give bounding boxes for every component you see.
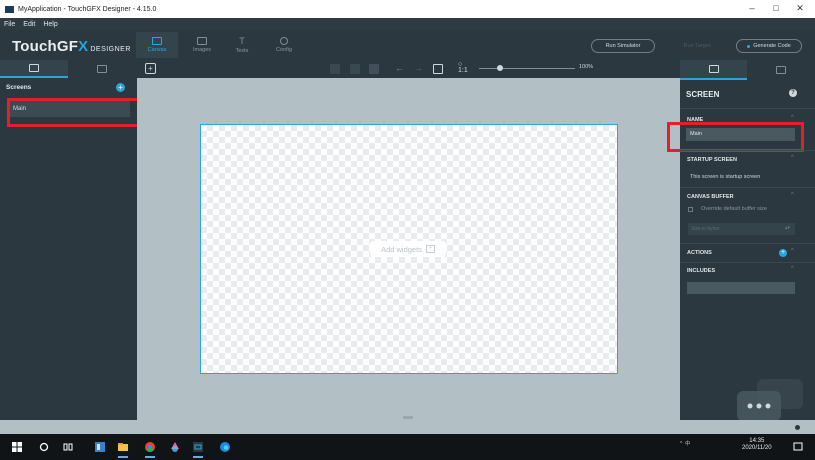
generate-code-button[interactable]: Generate Code [736,39,802,53]
buffer-size-input[interactable]: Size in bytes [688,223,795,235]
divider [680,150,815,151]
menu-file[interactable]: File [4,21,15,28]
texts-icon: T [239,35,245,46]
app-blue-icon[interactable] [95,442,105,452]
screens-icon [29,64,39,72]
tab-texts[interactable]: T Texts [221,32,263,58]
divider [680,187,815,188]
touchgfx-taskbar-icon[interactable] [193,442,203,452]
ungroup-icon[interactable] [350,64,360,74]
windows-start-icon[interactable] [12,442,22,452]
zoom-one-icon[interactable]: ○ 1:1 [458,61,468,74]
app-colorful-icon[interactable] [170,442,180,452]
tab-config[interactable]: Config [263,32,305,58]
chrome-icon[interactable] [145,442,155,452]
action-center-icon[interactable] [793,442,803,452]
chevron-up-icon[interactable]: ^ [791,155,794,161]
window-titlebar: MyApplication - TouchGFX Designer - 4.15… [0,0,815,18]
search-icon[interactable] [39,442,49,452]
add-action-icon[interactable]: + [779,249,787,257]
canvas-icon [152,37,162,45]
tab-screens[interactable] [0,60,68,78]
help-icon[interactable]: ? [789,89,797,97]
task-view-icon[interactable] [63,442,73,452]
actions-label: ACTIONS [687,250,712,256]
redo-icon[interactable]: → [414,63,423,73]
chevron-up-icon[interactable]: ^ [791,192,794,198]
includes-label: INCLUDES [687,268,716,274]
menu-edit[interactable]: Edit [23,21,35,28]
touchgfx-logo: TouchGFX DESIGNER [12,38,131,55]
zoom-slider[interactable] [479,68,575,69]
tab-properties[interactable] [680,60,747,80]
system-tray[interactable]: ^ ️ 中 [680,440,690,447]
zoom-level: 100% [579,64,594,70]
interactions-icon [775,66,786,74]
override-buffer-checkbox[interactable]: Override default buffer size [688,206,767,212]
notification-icon[interactable] [793,423,802,432]
chevron-up-icon[interactable]: ^ [791,266,794,272]
divider [680,243,815,244]
minimize-button[interactable]: – [742,3,762,13]
includes-input[interactable] [687,282,795,294]
config-icon [280,37,288,45]
add-widgets-button[interactable]: Add widgets + [370,241,446,257]
app-icon [5,5,14,13]
status-strip [0,420,815,434]
chevron-up-icon[interactable]: ^ [791,248,794,254]
highlight-box-name [667,122,804,152]
group-icon[interactable] [330,64,340,74]
highlight-box-screen [7,98,140,127]
widget-view-icon[interactable] [369,64,379,74]
window-title: MyApplication - TouchGFX Designer - 4.15… [18,5,157,13]
divider [680,262,815,263]
left-panel-tabs [0,60,137,78]
resize-handle[interactable] [403,416,413,419]
properties-tabs [680,60,815,80]
active-indicator [193,456,203,458]
tab-images[interactable]: Images [181,32,223,58]
edge-icon[interactable] [220,442,230,452]
properties-panel [680,60,815,420]
undo-icon[interactable]: ← [395,63,404,73]
canvas-toolbar [137,60,680,78]
taskbar-clock[interactable]: 14:35 2020/11/20 [742,438,772,452]
startup-screen-label: STARTUP SCREEN [687,157,737,163]
maximize-button[interactable]: □ [766,3,786,13]
images-icon [197,37,207,45]
checkbox-icon [688,206,693,212]
run-simulator-button[interactable]: Run Simulator [591,39,655,53]
stepper-icon[interactable]: ▴▾ [785,225,790,231]
plus-icon: + [425,245,435,253]
properties-title: SCREEN [686,90,720,99]
tab-canvas[interactable]: Canvas [136,32,178,58]
menu-help[interactable]: Help [43,21,57,28]
file-explorer-icon[interactable] [118,442,128,452]
add-screen-icon[interactable]: + [116,83,125,92]
zoom-slider-handle[interactable] [497,65,503,71]
screens-header: Screens + [0,80,137,95]
close-button[interactable]: ✕ [790,3,810,14]
tab-containers[interactable] [68,60,136,78]
properties-icon [708,65,719,73]
containers-icon [97,65,107,73]
active-indicator [145,456,155,458]
divider [680,108,815,109]
fit-screen-icon[interactable] [433,64,443,74]
startup-screen-text: This screen is startup screen [690,174,761,180]
active-indicator [118,456,128,458]
chevron-up-icon[interactable]: ^ [791,115,794,121]
add-widget-icon[interactable]: + [145,63,156,74]
status-dot-icon [747,44,751,48]
menu-bar: File Edit Help [0,18,815,30]
tab-interactions[interactable] [747,60,814,80]
canvas-buffer-label: CANVAS BUFFER [687,194,734,200]
run-target-button[interactable]: Run Target [680,39,714,53]
